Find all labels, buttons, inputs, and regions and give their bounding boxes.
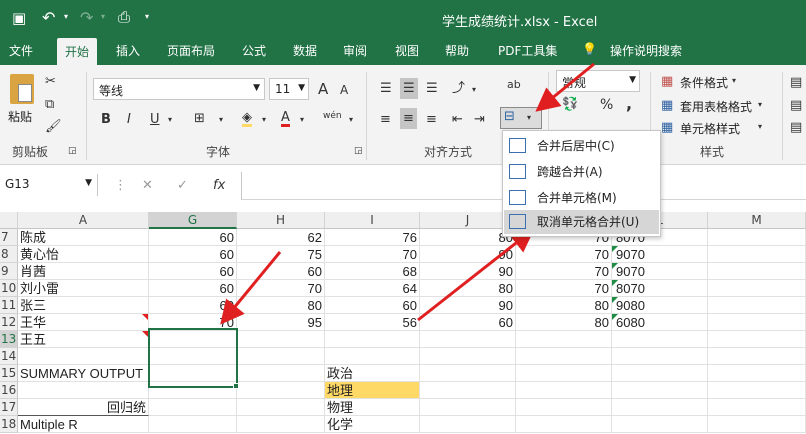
arrow-to-unmerge-item <box>417 228 535 322</box>
merge-dropdown-menu: 合并后居中(C) 跨越合并(A) 合并单元格(M) 取消单元格合并(U) <box>502 130 661 237</box>
merge-cells-icon <box>509 190 526 205</box>
menu-merge-across[interactable]: 跨越合并(A) <box>504 160 659 184</box>
arrow-to-cell-g13 <box>220 251 282 325</box>
menu-item-label: 跨越合并(A) <box>537 165 603 179</box>
menu-merge-and-center[interactable]: 合并后居中(C) <box>504 134 659 158</box>
menu-item-label: 合并单元格(M) <box>537 191 617 205</box>
menu-item-label: 取消单元格合并(U) <box>537 215 640 229</box>
menu-merge-cells[interactable]: 合并单元格(M) <box>504 186 659 210</box>
arrow-to-merge-dropdown <box>535 62 595 112</box>
merge-across-icon <box>509 164 526 179</box>
menu-unmerge-cells[interactable]: 取消单元格合并(U) <box>504 210 659 234</box>
menu-item-label: 合并后居中(C) <box>537 139 615 153</box>
unmerge-cells-icon <box>509 214 526 229</box>
annotation-arrows <box>220 62 595 325</box>
merge-center-icon <box>509 138 526 153</box>
